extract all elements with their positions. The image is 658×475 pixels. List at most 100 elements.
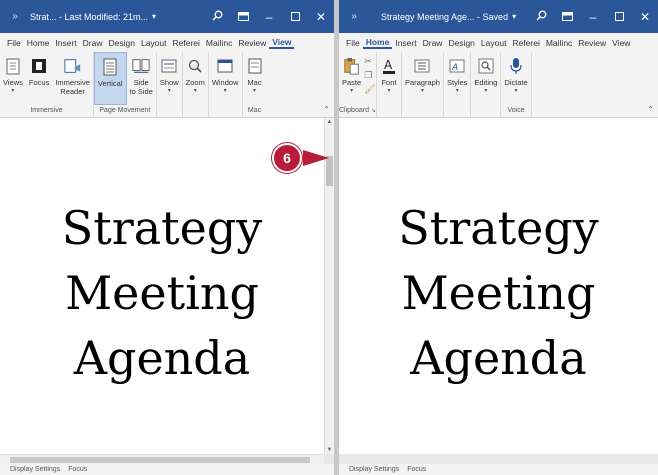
editing-button[interactable]: Editing ▾ [471,52,500,105]
copy-icon[interactable]: ❐ [364,70,375,81]
font-icon: A [380,56,398,76]
styles-button[interactable]: A Styles ▾ [444,52,470,105]
views-button[interactable]: Views ▾ [0,52,26,105]
window-button[interactable]: Window ▾ [209,52,242,105]
zoom-label: Zoom [185,78,205,87]
chevron-down-icon: ▾ [350,88,354,94]
group-immersive: Views ▾ Focus Immersive Reader Immersive [0,52,94,117]
paste-icon [343,56,361,76]
paste-button[interactable]: Paste ▾ [339,52,364,105]
tab-review[interactable]: Review [235,38,269,48]
tab-layout[interactable]: Layout [478,38,510,48]
tab-review[interactable]: Review [575,38,609,48]
cut-icon[interactable]: ✂ [364,56,375,67]
ribbon-tabs: File Home Insert Draw Design Layout Refe… [339,33,658,52]
display-settings-button[interactable]: Display Settings [349,466,399,473]
immersive-reader-button[interactable]: Immersive Reader [52,52,93,105]
microphone-icon [507,56,525,76]
group-window: Window ▾ [209,52,243,117]
document-title[interactable]: Strat... - Last Modified: 21m... [30,12,148,22]
focus-button[interactable]: Focus [26,52,52,105]
tab-mailings[interactable]: Mailinc [543,38,575,48]
group-zoom: Zoom ▾ [183,52,209,117]
editing-label: Editing [474,78,498,87]
scroll-up-icon[interactable]: ▲ [325,119,334,125]
chevron-down-icon: ▾ [484,88,488,94]
tab-design[interactable]: Design [445,38,477,48]
horizontal-scrollbar[interactable] [0,454,324,464]
tab-file[interactable]: File [343,38,363,48]
macros-icon [246,56,264,76]
chevron-down-icon: ▾ [455,88,459,94]
title-bar: » Strategy Meeting Age... - Saved ▾ – ✕ [339,0,658,33]
side-to-side-button[interactable]: Side to Side [127,52,156,105]
group-font: A Font ▾ [377,52,402,117]
ribbon-display-options-icon[interactable] [554,10,580,24]
zoom-icon [186,56,204,76]
close-icon[interactable]: ✕ [632,10,658,24]
tab-mailings[interactable]: Mailinc [203,38,235,48]
group-label-voice: Voice [507,107,525,114]
dialog-launcher-icon[interactable]: ↘ [371,108,376,114]
search-icon[interactable] [528,10,554,24]
ribbon-tabs: File Home Insert Draw Design Layout Refe… [0,33,334,52]
dictate-label: Dictate [504,78,528,87]
side-to-side-label-1: Side [133,78,149,87]
document-line: Meeting [401,266,596,320]
scrollbar-thumb[interactable] [10,457,310,463]
document-line: Agenda [73,331,251,385]
tab-view[interactable]: View [269,37,295,49]
macros-button[interactable]: Mac ▾ [243,52,267,105]
styles-icon: A [448,56,466,76]
tab-references[interactable]: Referei [170,38,203,48]
tab-design[interactable]: Design [106,38,138,48]
font-button[interactable]: A Font ▾ [377,52,401,105]
tab-view[interactable]: View [609,38,633,48]
document-page[interactable]: Strategy Meeting Agenda [339,118,658,454]
tab-insert[interactable]: Insert [392,38,419,48]
quick-access-overflow-icon[interactable]: » [0,11,30,22]
vertical-button[interactable]: Vertical [93,52,127,105]
tab-draw[interactable]: Draw [420,38,446,48]
tab-draw[interactable]: Draw [80,38,106,48]
dictate-button[interactable]: Dictate ▾ [501,52,530,105]
vertical-scrollbar[interactable]: ▲ ▼ [324,118,334,454]
display-settings-button[interactable]: Display Settings [10,466,60,473]
maximize-icon[interactable] [606,10,632,24]
tab-layout[interactable]: Layout [138,38,170,48]
side-to-side-icon [132,56,150,76]
document-line: Agenda [410,331,587,385]
zoom-button[interactable]: Zoom ▾ [183,52,208,105]
format-painter-icon[interactable]: 🖌 [364,84,375,95]
show-icon [160,56,178,76]
scroll-down-icon[interactable]: ▼ [325,447,334,453]
maximize-icon[interactable] [282,10,308,24]
minimize-icon[interactable]: – [580,10,606,24]
tab-home[interactable]: Home [24,38,53,48]
document-title[interactable]: Strategy Meeting Age... - Saved [381,12,508,22]
tab-home[interactable]: Home [362,37,393,49]
tab-insert[interactable]: Insert [52,38,79,48]
group-show: Show ▾ [157,52,183,117]
chevron-down-icon: ▾ [223,88,227,94]
title-dropdown-icon[interactable]: ▾ [152,12,156,21]
immersive-reader-icon [64,56,82,76]
macros-label: Mac [247,78,262,87]
search-icon[interactable] [204,10,230,24]
collapse-ribbon-icon[interactable]: ⌃ [647,105,654,114]
minimize-icon[interactable]: – [256,10,282,24]
show-button[interactable]: Show ▾ [157,52,182,105]
document-text: Strategy Meeting Agenda [0,196,324,391]
ribbon-display-options-icon[interactable] [230,10,256,24]
tab-references[interactable]: Referei [509,38,542,48]
ribbon-home: Paste ▾ ✂ ❐ 🖌 Clipboard ↘ A Font ▾ Parag… [339,52,658,118]
paragraph-button[interactable]: Paragraph ▾ [402,52,443,105]
focus-status-button[interactable]: Focus [68,466,87,473]
group-styles: A Styles ▾ [444,52,472,117]
title-dropdown-icon[interactable]: ▾ [512,12,516,21]
quick-access-overflow-icon[interactable]: » [339,11,369,22]
collapse-ribbon-icon[interactable]: ⌃ [323,105,330,114]
focus-status-button[interactable]: Focus [407,466,426,473]
tab-file[interactable]: File [4,38,24,48]
close-icon[interactable]: ✕ [308,10,334,24]
